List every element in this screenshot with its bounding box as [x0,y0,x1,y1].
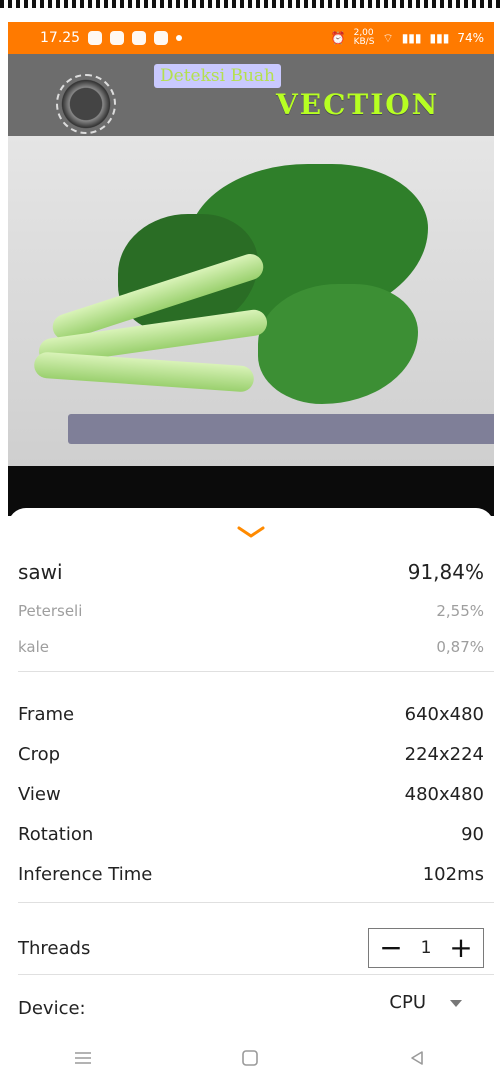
overlay-brand: VECTION [276,88,440,121]
result-label: Peterseli [18,602,83,620]
app-icon [132,31,147,45]
signal-icon-2: ▮▮▮ [429,31,450,45]
menu-icon[interactable] [72,1047,94,1069]
alarm-icon: ⏰ [330,31,346,45]
top-dotted-border [0,0,500,8]
threads-row: Threads − 1 + [18,928,484,968]
signal-icon: ▮▮▮ [401,31,422,45]
camera-preview: Deteksi Buah VECTION [8,54,494,516]
background-taskbar [68,414,494,444]
net-speed: 2,00 KB/S [353,28,375,47]
divider [18,974,494,975]
result-label: kale [18,638,50,656]
sync-icon [110,31,125,45]
divider [18,671,494,672]
home-square-icon[interactable] [239,1047,261,1069]
result-score: 91,84% [407,560,484,584]
threads-value: 1 [420,938,432,958]
overlay-title: Deteksi Buah [154,64,281,88]
dropdown-arrow-icon [450,992,462,1013]
stat-frame: Frame 640x480 [18,704,484,725]
bottom-sheet: sawi 91,84% Peterseli 2,55% kale 0,87% F… [8,508,494,1076]
stat-inference-time: Inference Time 102ms [18,864,484,885]
notification-icon [88,31,103,45]
result-row-2: Peterseli 2,55% [18,602,484,620]
device-row: Device: CPU [18,992,484,1024]
battery-text: 74% [457,31,484,45]
divider [18,902,494,903]
stat-view: View 480x480 [18,784,484,805]
collapse-chevron-icon[interactable] [236,524,266,540]
threads-label: Threads [18,937,91,959]
stat-rotation: Rotation 90 [18,824,484,845]
university-logo [56,74,116,134]
android-nav-bar [0,1040,500,1076]
wifi-icon: ⌔ [382,30,394,45]
back-triangle-icon[interactable] [406,1047,428,1069]
result-score: 2,55% [436,602,484,620]
status-bar: 17.25 ⏰ 2,00 KB/S ⌔ ▮▮▮ ▮▮▮ 74% [8,22,494,54]
chat-icon [154,31,169,45]
more-notifications-icon [176,35,183,41]
device-value: CPU [389,992,426,1013]
result-score: 0,87% [436,638,484,656]
device-label: Device: [18,997,86,1019]
result-row-1: sawi 91,84% [18,560,484,584]
stat-crop: Crop 224x224 [18,744,484,765]
increment-threads-button[interactable]: + [449,934,473,962]
result-label: sawi [18,560,63,584]
device-dropdown[interactable]: CPU [389,992,462,1013]
threads-stepper[interactable]: − 1 + [368,928,484,968]
status-time: 17.25 [40,30,81,46]
decrement-threads-button[interactable]: − [379,934,403,962]
result-row-3: kale 0,87% [18,638,484,656]
